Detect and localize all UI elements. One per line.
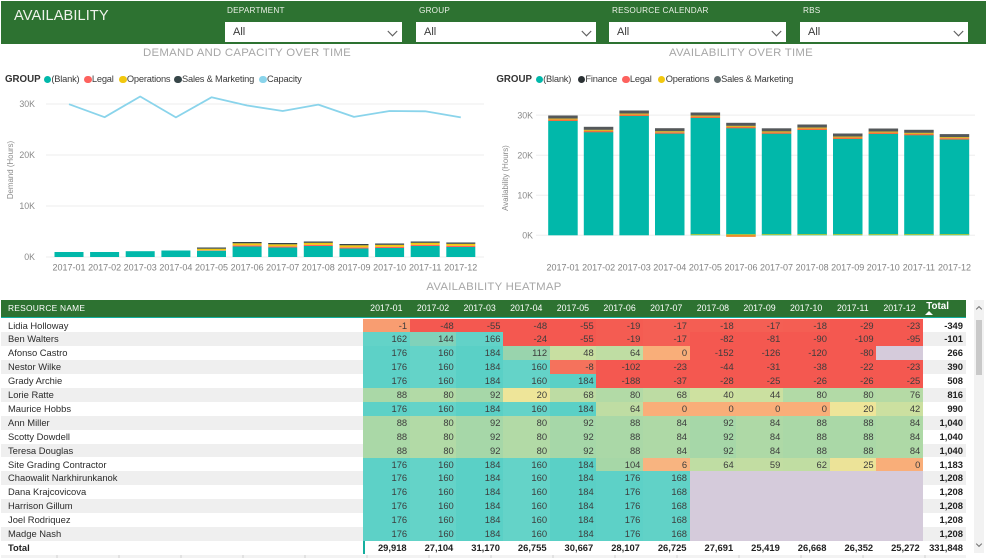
- svg-text:2017-09: 2017-09: [831, 263, 864, 273]
- svg-text:2017-06: 2017-06: [724, 263, 757, 273]
- svg-text:30K: 30K: [517, 110, 533, 120]
- svg-text:2017-12: 2017-12: [938, 263, 971, 273]
- svg-text:2017-04: 2017-04: [653, 263, 686, 273]
- svg-text:2017-08: 2017-08: [796, 263, 829, 273]
- svg-text:2017-01: 2017-01: [546, 263, 579, 273]
- svg-text:0K: 0K: [522, 231, 533, 241]
- svg-text:10K: 10K: [517, 190, 533, 200]
- svg-text:2017-11: 2017-11: [903, 263, 935, 273]
- svg-text:2017-10: 2017-10: [867, 263, 900, 273]
- svg-text:2017-05: 2017-05: [689, 263, 722, 273]
- svg-text:2017-02: 2017-02: [582, 263, 615, 273]
- svg-text:20K: 20K: [517, 150, 533, 160]
- svg-text:2017-03: 2017-03: [618, 263, 651, 273]
- svg-text:2017-07: 2017-07: [760, 263, 793, 273]
- svg-text:Availability (Hours): Availability (Hours): [501, 145, 510, 211]
